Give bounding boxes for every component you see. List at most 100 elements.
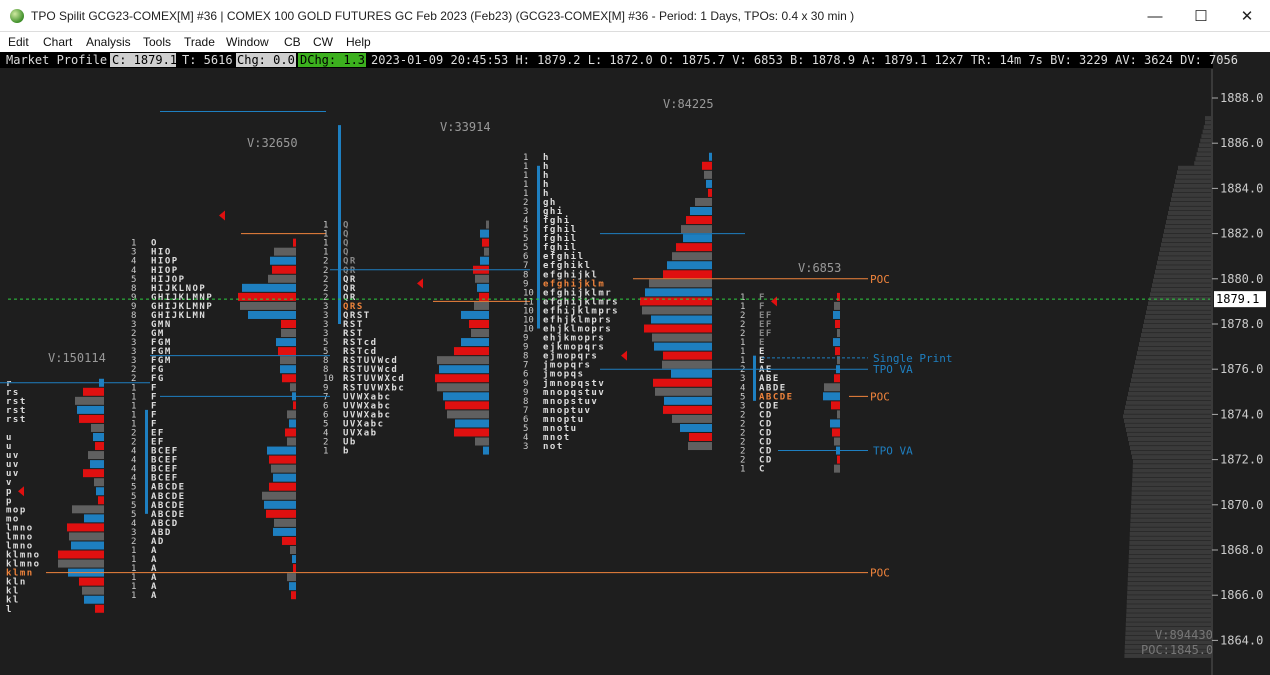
cumulative-volume-bar xyxy=(1130,522,1211,527)
volume-bar xyxy=(655,387,712,396)
volume-bar xyxy=(833,310,840,319)
current-price-label: 1879.1 xyxy=(1216,292,1259,306)
cumulative-volume-bar xyxy=(1138,346,1211,351)
menu-tools[interactable]: Tools xyxy=(143,35,171,49)
volume-bar xyxy=(688,442,712,451)
status-dchg: DChg: 1.3 xyxy=(300,53,365,67)
volume-bar xyxy=(268,274,296,283)
menu-analysis[interactable]: Analysis xyxy=(86,35,131,49)
maximize-button[interactable]: ☐ xyxy=(1178,0,1224,32)
last-price-marker xyxy=(18,486,24,497)
cumulative-volume-bar xyxy=(1124,409,1211,414)
volume-bar xyxy=(831,401,840,410)
volume-bar xyxy=(75,396,104,405)
cumulative-volume-bar xyxy=(1128,572,1211,577)
cumulative-volume-bar xyxy=(1133,459,1211,464)
volume-bar xyxy=(471,329,489,338)
cumulative-volume-bar xyxy=(1195,156,1211,161)
cumulative-volume-bar xyxy=(1129,387,1211,392)
volume-bar xyxy=(475,274,489,283)
cumulative-volume-bar xyxy=(1196,152,1211,157)
volume-bar xyxy=(837,329,840,338)
last-price-marker xyxy=(417,278,423,289)
volume-bar xyxy=(287,573,296,582)
menu-cb[interactable]: CB xyxy=(284,35,301,49)
single-print-label: Single Print xyxy=(873,352,952,365)
profile-volume-label: V:6853 xyxy=(798,261,841,275)
cumulative-volume-bar xyxy=(1169,206,1211,211)
volume-bar xyxy=(269,482,296,491)
cumulative-volume-bar xyxy=(1131,491,1211,496)
poc-label: POC xyxy=(870,390,890,403)
cumulative-volume-bar xyxy=(1137,351,1211,356)
volume-bar xyxy=(834,437,840,446)
cumulative-volume-bar xyxy=(1159,251,1211,256)
status-details: 2023-01-09 20:45:53 H: 1879.2 L: 1872.0 … xyxy=(371,53,1238,67)
cumulative-volume-bar xyxy=(1165,224,1211,229)
volume-bar xyxy=(474,301,489,310)
cumulative-volume-bar xyxy=(1174,183,1211,188)
menu-help[interactable]: Help xyxy=(346,35,371,49)
volume-bar xyxy=(653,378,712,387)
minimize-button[interactable]: — xyxy=(1132,0,1178,32)
volume-bar xyxy=(644,324,712,333)
cumulative-volume-bar xyxy=(1129,531,1211,536)
close-button[interactable]: ✕ xyxy=(1224,0,1270,32)
cumulative-volume-bar xyxy=(1129,536,1211,541)
volume-bar xyxy=(287,437,296,446)
cumulative-volume-bar xyxy=(1127,577,1211,582)
cumulative-volume-bar xyxy=(1199,143,1211,148)
volume-bar xyxy=(681,225,712,234)
menu-window[interactable]: Window xyxy=(226,35,269,49)
menu-chart[interactable]: Chart xyxy=(43,35,72,49)
volume-bar xyxy=(270,256,296,265)
profile-volume-label: V:84225 xyxy=(663,97,714,111)
menu-edit[interactable]: Edit xyxy=(8,35,29,49)
cumulative-volume-bar xyxy=(1129,550,1211,554)
volume-bar xyxy=(654,342,712,351)
cumulative-volume-bar xyxy=(1126,599,1211,604)
cumulative-volume-bar xyxy=(1132,468,1211,473)
volume-bar xyxy=(823,392,840,401)
volume-bar xyxy=(290,383,296,392)
cumulative-volume-bar xyxy=(1197,147,1211,152)
volume-bar xyxy=(683,234,712,243)
menu-cw[interactable]: CW xyxy=(313,35,333,49)
cumulative-volume-bar xyxy=(1130,527,1211,532)
volume-bar xyxy=(67,523,104,532)
volume-bar xyxy=(469,320,489,328)
window-title: TPO Spilit GCG23-COMEX[M] #36 | COMEX 10… xyxy=(31,9,855,23)
volume-bar xyxy=(686,216,712,225)
cumulative-volume-bar xyxy=(1161,242,1211,247)
price-tick-label: 1866.0 xyxy=(1220,588,1263,602)
volume-bar xyxy=(479,292,489,301)
tpo-profile-plot[interactable]: Market Profile C: 1879.1 T: 5616 Chg: 0.0 DC… xyxy=(0,52,1270,675)
tpo-count: 1 xyxy=(323,447,328,457)
volume-bar xyxy=(663,351,712,360)
cumulative-volume-bar xyxy=(1163,233,1211,238)
cumulative-volume-bar xyxy=(1140,337,1211,342)
volume-bar xyxy=(832,428,840,437)
cumulative-volume-bar xyxy=(1128,437,1211,441)
volume-bar xyxy=(461,338,489,347)
cumulative-volume-bar xyxy=(1166,220,1211,225)
volume-bar xyxy=(664,396,712,405)
volume-bar xyxy=(95,604,104,613)
cumulative-volume-bar xyxy=(1139,342,1211,347)
last-price-marker xyxy=(771,296,777,307)
volume-bar xyxy=(79,414,104,423)
volume-bar xyxy=(663,270,712,279)
cumulative-volume-bar xyxy=(1133,369,1211,374)
cumulative-volume-bar xyxy=(1132,464,1211,469)
tpo-letters: C xyxy=(759,465,766,475)
volume-bar xyxy=(672,414,712,423)
price-tick-label: 1864.0 xyxy=(1220,633,1263,647)
cumulative-volume-bar xyxy=(1152,283,1211,288)
market-profile-chart[interactable]: Market Profile C: 1879.1 T: 5616 Chg: 0.0 DC… xyxy=(0,52,1270,675)
menu-trade[interactable]: Trade xyxy=(184,35,215,49)
volume-bar xyxy=(273,473,296,482)
volume-bar xyxy=(238,292,296,301)
tpo-count: 3 xyxy=(523,442,528,452)
cumulative-volume-bar xyxy=(1126,617,1211,622)
volume-bar xyxy=(95,442,104,451)
